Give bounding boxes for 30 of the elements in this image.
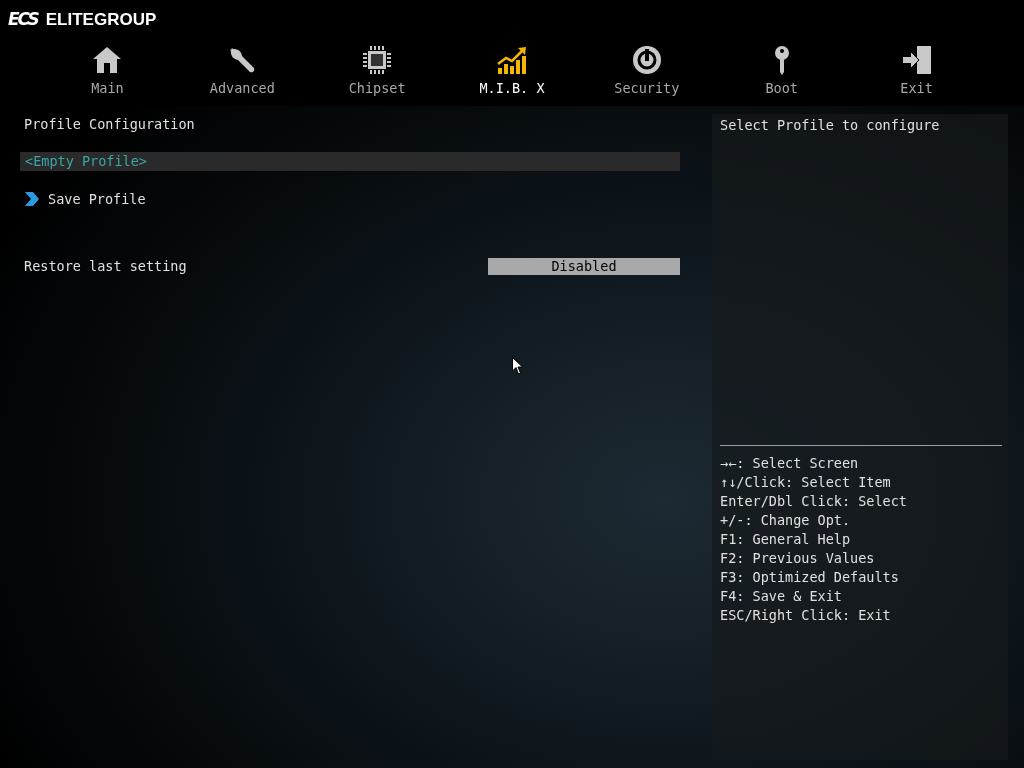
chip-icon — [361, 44, 394, 76]
menu-tab[interactable]: Advanced — [174, 40, 310, 106]
key-help-line: F4: Save & Exit — [720, 587, 843, 606]
bar-chart-icon — [496, 44, 528, 76]
mouse-cursor-icon — [512, 357, 523, 375]
key-help-line: →←: Select Screen — [720, 454, 860, 473]
key-help-line: F1: General Help — [720, 530, 852, 549]
profile-item[interactable]: <Empty Profile> — [20, 152, 680, 171]
setting-label: Restore last setting — [23, 256, 188, 276]
menu-tab[interactable]: Chipset — [309, 40, 445, 106]
help-description: Select Profile to configure — [720, 116, 941, 135]
section-title: Profile Configuration — [23, 115, 196, 134]
key-help-line: F3: Optimized Defaults — [720, 568, 900, 587]
brand-name: ELITEGROUP — [45, 9, 157, 32]
logo-mark: ECS — [8, 8, 38, 32]
key-help-line: Enter/Dbl Click: Select — [720, 492, 908, 511]
key-help-line: F2: Previous Values — [720, 549, 876, 568]
menu-tab[interactable]: M.I.B. X — [444, 40, 580, 106]
power-icon — [630, 44, 663, 76]
key-help-line: +/-: Change Opt. — [720, 511, 852, 530]
chevron-icon — [24, 191, 40, 207]
key-help-line: ↑↓/Click: Select Item — [720, 473, 892, 492]
key-help-line: ESC/Right Click: Exit — [720, 606, 892, 625]
exit-door-icon — [900, 44, 933, 76]
menu-tab[interactable]: Security — [579, 40, 715, 106]
menu-tab[interactable]: Exit — [849, 40, 984, 106]
setting-value[interactable]: Disabled — [488, 257, 680, 275]
menu-tab[interactable]: Boot — [714, 40, 850, 106]
menu-tab[interactable]: Main — [40, 40, 175, 106]
save-profile-link[interactable]: Save Profile — [48, 188, 146, 210]
